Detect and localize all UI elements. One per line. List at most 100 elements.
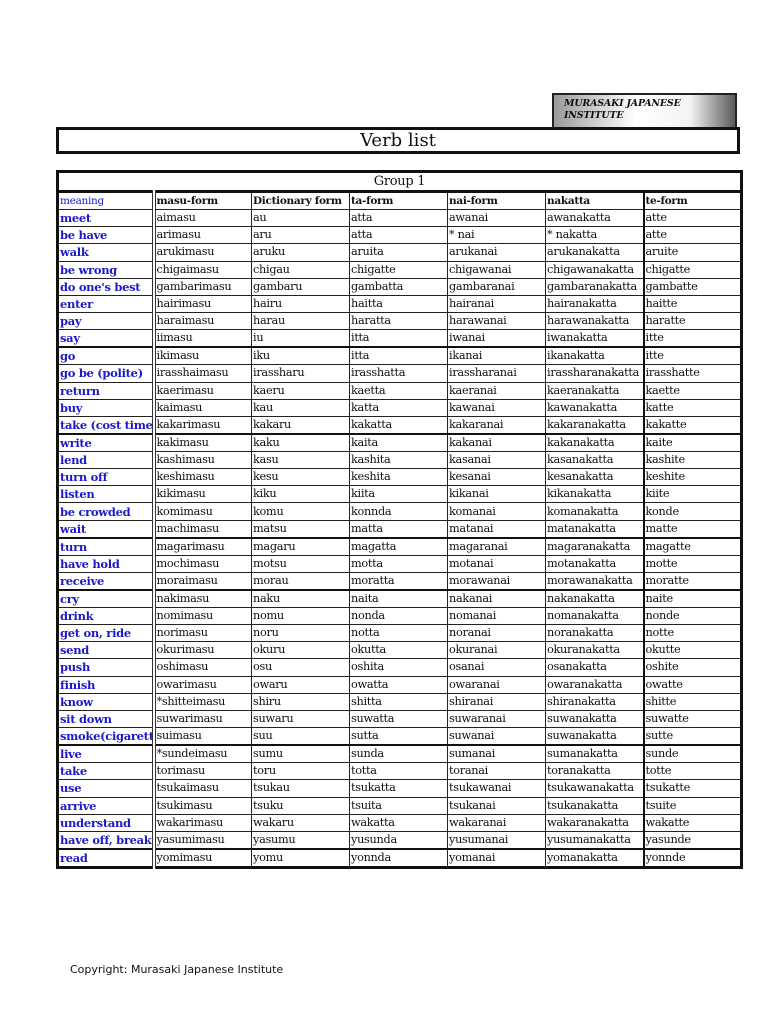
cell-te-form: kiite: [643, 485, 742, 504]
cell-dictionary-form: toru: [251, 762, 350, 781]
cell-nai-form: suwaranai: [447, 709, 546, 729]
cell-nakatta: toranakatta: [545, 762, 645, 781]
cell-meaning: drink: [57, 606, 156, 626]
cell-meaning: send: [57, 641, 156, 660]
cell-dictionary-form: kesu: [251, 468, 350, 487]
cell-te-form: kaite: [643, 432, 742, 452]
table-row: drink nomimasu nomu nonda nomanai nomanakatta…: [57, 606, 742, 626]
cell-dictionary-form: nomu: [251, 606, 350, 626]
cell-masu-form: torimasu: [153, 762, 252, 781]
cell-meaning: know: [57, 692, 156, 711]
table-row: read yomimasu yomu yonnda yomanai yomanakatta…: [57, 847, 742, 868]
cell-masu-form: haraimasu: [153, 312, 252, 331]
cell-nakatta: irassharanakatta: [545, 364, 645, 383]
cell-nai-form: shiranai: [447, 692, 546, 711]
cell-dictionary-form: kaeru: [251, 381, 350, 400]
cell-nakatta: kikanakatta: [545, 485, 645, 504]
cell-meaning: listen: [57, 485, 156, 504]
cell-meaning: walk: [57, 243, 156, 262]
cell-ta-form: tsukatta: [349, 779, 448, 798]
cell-dictionary-form: kiku: [251, 485, 350, 504]
cell-dictionary-form: kakaru: [251, 415, 350, 435]
table-row: meet aimasu au atta awanai awanakatta atte: [57, 208, 742, 228]
cell-nai-form: motanai: [447, 554, 546, 573]
cell-masu-form: suimasu: [153, 727, 252, 746]
cell-nakatta: yomanakatta: [545, 847, 645, 868]
cell-ta-form: kiita: [349, 485, 448, 504]
table-row: cry nakimasu naku naita nakanai nakanakatta na…: [57, 588, 742, 608]
cell-ta-form: sutta: [349, 727, 448, 746]
cell-dictionary-form: komu: [251, 502, 350, 521]
cell-ta-form: itta: [349, 346, 448, 366]
cell-masu-form: nomimasu: [153, 606, 252, 626]
cell-nakatta: gambaranakatta: [545, 277, 645, 296]
cell-nai-form: magaranai: [447, 536, 546, 556]
cell-masu-form: tsukimasu: [153, 796, 252, 815]
cell-nai-form: kaeranai: [447, 381, 546, 400]
cell-ta-form: tsuita: [349, 796, 448, 815]
cell-nakatta: arukanakatta: [545, 243, 645, 262]
cell-ta-form: yonnda: [349, 847, 448, 868]
table-row: understand wakarimasu wakaru wakatta wakaran…: [57, 813, 742, 832]
cell-dictionary-form: shiru: [251, 692, 350, 711]
table-row: take torimasu toru totta toranai toranakatta t…: [57, 762, 742, 781]
cell-te-form: irasshatte: [643, 364, 742, 383]
cell-dictionary-form: iu: [251, 329, 350, 348]
cell-dictionary-form: aruku: [251, 243, 350, 262]
cell-te-form: atte: [643, 208, 742, 228]
cell-ta-form: matta: [349, 519, 448, 539]
cell-masu-form: chigaimasu: [153, 260, 252, 279]
cell-te-form: notte: [643, 623, 742, 643]
cell-te-form: aruite: [643, 243, 742, 262]
cell-nai-form: osanai: [447, 658, 546, 677]
cell-te-form: wakatte: [643, 813, 742, 832]
column-header-te-form: te-form: [643, 191, 742, 210]
cell-masu-form: komimasu: [153, 502, 252, 521]
table-row: go be (polite) irasshaimasu irassharu irass…: [57, 364, 742, 383]
cell-nakatta: kesanakatta: [545, 468, 645, 487]
cell-masu-form: hairimasu: [153, 294, 252, 314]
cell-ta-form: shitta: [349, 692, 448, 711]
cell-nakatta: noranakatta: [545, 623, 645, 643]
cell-nai-form: owaranai: [447, 675, 546, 694]
cell-te-form: naite: [643, 588, 742, 608]
cell-nai-form: toranai: [447, 762, 546, 781]
cell-meaning: arrive: [57, 796, 156, 815]
cell-te-form: yonnde: [643, 847, 742, 868]
cell-nakatta: awanakatta: [545, 208, 645, 228]
cell-te-form: yasunde: [643, 830, 742, 850]
cell-nai-form: kikanai: [447, 485, 546, 504]
cell-dictionary-form: owaru: [251, 675, 350, 694]
cell-nai-form: okuranai: [447, 641, 546, 660]
cell-nai-form: morawanai: [447, 571, 546, 591]
cell-dictionary-form: morau: [251, 571, 350, 591]
cell-meaning: smoke(cigarette): [57, 727, 156, 746]
cell-masu-form: *sundeimasu: [153, 744, 252, 764]
cell-ta-form: moratta: [349, 571, 448, 591]
cell-ta-form: nonda: [349, 606, 448, 626]
cell-ta-form: atta: [349, 208, 448, 228]
cell-meaning: turn off: [57, 468, 156, 487]
cell-dictionary-form: hairu: [251, 294, 350, 314]
cell-dictionary-form: iku: [251, 346, 350, 366]
cell-meaning: take (cost time): [57, 415, 156, 435]
table-row: do one's best gambarimasu gambaru gambatta g…: [57, 277, 742, 296]
cell-dictionary-form: sumu: [251, 744, 350, 764]
cell-masu-form: aimasu: [153, 208, 252, 228]
cell-meaning: have off, break: [57, 830, 156, 850]
cell-meaning: read: [57, 847, 156, 868]
cell-ta-form: gambatta: [349, 277, 448, 296]
cell-nakatta: suwanakatta: [545, 709, 645, 729]
cell-te-form: kaette: [643, 381, 742, 400]
cell-masu-form: nakimasu: [153, 588, 252, 608]
cell-dictionary-form: chigau: [251, 260, 350, 279]
column-header-masu-form: masu-form: [153, 191, 252, 210]
table-row: sit down suwarimasu suwaru suwatta suwaranai…: [57, 709, 742, 729]
cell-ta-form: aruita: [349, 243, 448, 262]
cell-te-form: gambatte: [643, 277, 742, 296]
table-row: be have arimasu aru atta * nai * nakatta atte: [57, 226, 742, 245]
cell-nakatta: kaeranakatta: [545, 381, 645, 400]
cell-dictionary-form: wakaru: [251, 813, 350, 832]
cell-te-form: sunde: [643, 744, 742, 764]
cell-nakatta: yusumanakatta: [545, 830, 645, 850]
